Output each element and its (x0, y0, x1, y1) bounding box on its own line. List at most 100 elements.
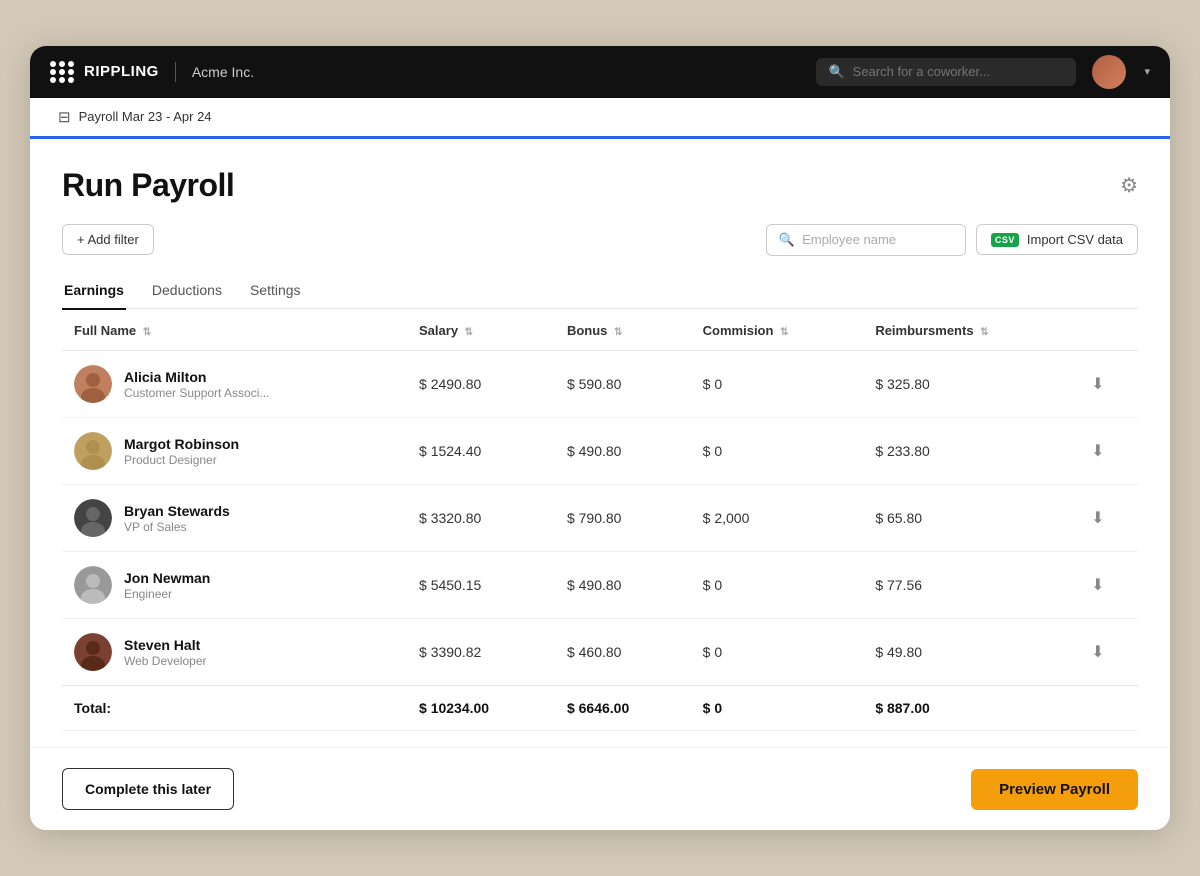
tab-earnings[interactable]: Earnings (62, 274, 126, 310)
avatar (74, 365, 112, 403)
avatar (74, 432, 112, 470)
total-reimbursements: $ 887.00 (863, 686, 1079, 731)
employee-cell: Bryan Stewards VP of Sales (62, 485, 407, 552)
sort-icon: ⇅ (980, 327, 988, 338)
reimbursements-value: $ 49.80 (863, 619, 1079, 686)
bonus-value: $ 460.80 (555, 619, 691, 686)
table-row: Bryan Stewards VP of Sales $ 3320.80 $ 7… (62, 485, 1138, 552)
toolbar-right: 🔍 CSV Import CSV data (766, 224, 1138, 256)
employee-role: VP of Sales (124, 520, 230, 534)
bonus-value: $ 790.80 (555, 485, 691, 552)
employee-role: Customer Support Associ... (124, 386, 269, 400)
table-header-row: Full Name ⇅ Salary ⇅ Bonus ⇅ Commision ⇅… (62, 309, 1138, 351)
col-commission[interactable]: Commision ⇅ (691, 309, 864, 351)
complete-later-button[interactable]: Complete this later (62, 768, 234, 810)
download-icon[interactable]: ⬇ (1091, 644, 1104, 661)
logo-text: RIPPLING (84, 63, 159, 80)
employee-name: Jon Newman (124, 570, 210, 586)
app-window: RIPPLING Acme Inc. 🔍 ▾ ⊟ Payroll Mar 23 … (30, 46, 1170, 831)
employee-name-input[interactable] (802, 232, 953, 247)
main-content: Run Payroll ⚙ + Add filter 🔍 CSV Import … (30, 139, 1170, 732)
download-icon[interactable]: ⬇ (1091, 443, 1104, 460)
download-icon[interactable]: ⬇ (1091, 577, 1104, 594)
search-icon: 🔍 (779, 232, 795, 248)
total-commission: $ 0 (691, 686, 864, 731)
sort-icon: ⇅ (780, 327, 788, 338)
total-label: Total: (62, 686, 407, 731)
commission-value: $ 0 (691, 351, 864, 418)
search-input[interactable] (853, 64, 1065, 79)
row-action[interactable]: ⬇ (1079, 619, 1138, 686)
employee-cell: Margot Robinson Product Designer (62, 418, 407, 485)
chevron-down-icon[interactable]: ▾ (1144, 65, 1150, 78)
employee-name: Margot Robinson (124, 436, 239, 452)
settings-icon[interactable]: ⚙ (1120, 173, 1138, 198)
breadcrumb-icon: ⊟ (58, 108, 71, 126)
table-row: Steven Halt Web Developer $ 3390.82 $ 46… (62, 619, 1138, 686)
salary-value: $ 1524.40 (407, 418, 555, 485)
reimbursements-value: $ 77.56 (863, 552, 1079, 619)
row-action[interactable]: ⬇ (1079, 552, 1138, 619)
tab-deductions[interactable]: Deductions (150, 274, 224, 310)
table-row: Margot Robinson Product Designer $ 1524.… (62, 418, 1138, 485)
logo: RIPPLING (50, 61, 159, 83)
import-csv-label: Import CSV data (1027, 232, 1123, 247)
commission-value: $ 0 (691, 418, 864, 485)
row-action[interactable]: ⬇ (1079, 418, 1138, 485)
employee-role: Web Developer (124, 654, 207, 668)
preview-payroll-button[interactable]: Preview Payroll (971, 769, 1138, 810)
employee-name: Bryan Stewards (124, 503, 230, 519)
col-reimbursements[interactable]: Reimbursments ⇅ (863, 309, 1079, 351)
bonus-value: $ 490.80 (555, 552, 691, 619)
add-filter-button[interactable]: + Add filter (62, 224, 154, 255)
reimbursements-value: $ 65.80 (863, 485, 1079, 552)
employee-cell: Alicia Milton Customer Support Associ... (62, 351, 407, 418)
global-search[interactable]: 🔍 (816, 58, 1076, 86)
employee-role: Product Designer (124, 453, 239, 467)
bonus-value: $ 590.80 (555, 351, 691, 418)
employee-cell: Jon Newman Engineer (62, 552, 407, 619)
salary-value: $ 5450.15 (407, 552, 555, 619)
avatar[interactable] (1092, 55, 1126, 89)
avatar (74, 566, 112, 604)
page-title: Run Payroll (62, 167, 234, 204)
salary-value: $ 3320.80 (407, 485, 555, 552)
table-row: Jon Newman Engineer $ 5450.15 $ 490.80 $… (62, 552, 1138, 619)
col-actions (1079, 309, 1138, 351)
employee-role: Engineer (124, 587, 210, 601)
company-name: Acme Inc. (192, 64, 254, 80)
employee-search-box[interactable]: 🔍 (766, 224, 966, 256)
commission-value: $ 0 (691, 552, 864, 619)
download-icon[interactable]: ⬇ (1091, 376, 1104, 393)
tab-bar: Earnings Deductions Settings (62, 274, 1138, 310)
sort-icon: ⇅ (614, 327, 622, 338)
page-header: Run Payroll ⚙ (62, 167, 1138, 204)
row-action[interactable]: ⬇ (1079, 351, 1138, 418)
toolbar: + Add filter 🔍 CSV Import CSV data (62, 224, 1138, 256)
bonus-value: $ 490.80 (555, 418, 691, 485)
reimbursements-value: $ 233.80 (863, 418, 1079, 485)
salary-value: $ 3390.82 (407, 619, 555, 686)
salary-value: $ 2490.80 (407, 351, 555, 418)
commission-value: $ 2,000 (691, 485, 864, 552)
col-fullname[interactable]: Full Name ⇅ (62, 309, 407, 351)
total-salary: $ 10234.00 (407, 686, 555, 731)
sort-icon: ⇅ (143, 327, 151, 338)
reimbursements-value: $ 325.80 (863, 351, 1079, 418)
csv-badge: CSV (991, 233, 1019, 247)
search-icon: 🔍 (828, 64, 844, 80)
breadcrumb: ⊟ Payroll Mar 23 - Apr 24 (30, 98, 1170, 139)
tab-settings[interactable]: Settings (248, 274, 303, 310)
table-row: Alicia Milton Customer Support Associ...… (62, 351, 1138, 418)
row-action[interactable]: ⬇ (1079, 485, 1138, 552)
col-salary[interactable]: Salary ⇅ (407, 309, 555, 351)
page-footer: Complete this later Preview Payroll (30, 747, 1170, 830)
employee-cell: Steven Halt Web Developer (62, 619, 407, 686)
employee-name: Alicia Milton (124, 369, 269, 385)
nav-divider (175, 62, 176, 82)
import-csv-button[interactable]: CSV Import CSV data (976, 224, 1138, 255)
avatar (74, 633, 112, 671)
col-bonus[interactable]: Bonus ⇅ (555, 309, 691, 351)
download-icon[interactable]: ⬇ (1091, 510, 1104, 527)
total-row: Total: $ 10234.00 $ 6646.00 $ 0 $ 887.00 (62, 686, 1138, 731)
